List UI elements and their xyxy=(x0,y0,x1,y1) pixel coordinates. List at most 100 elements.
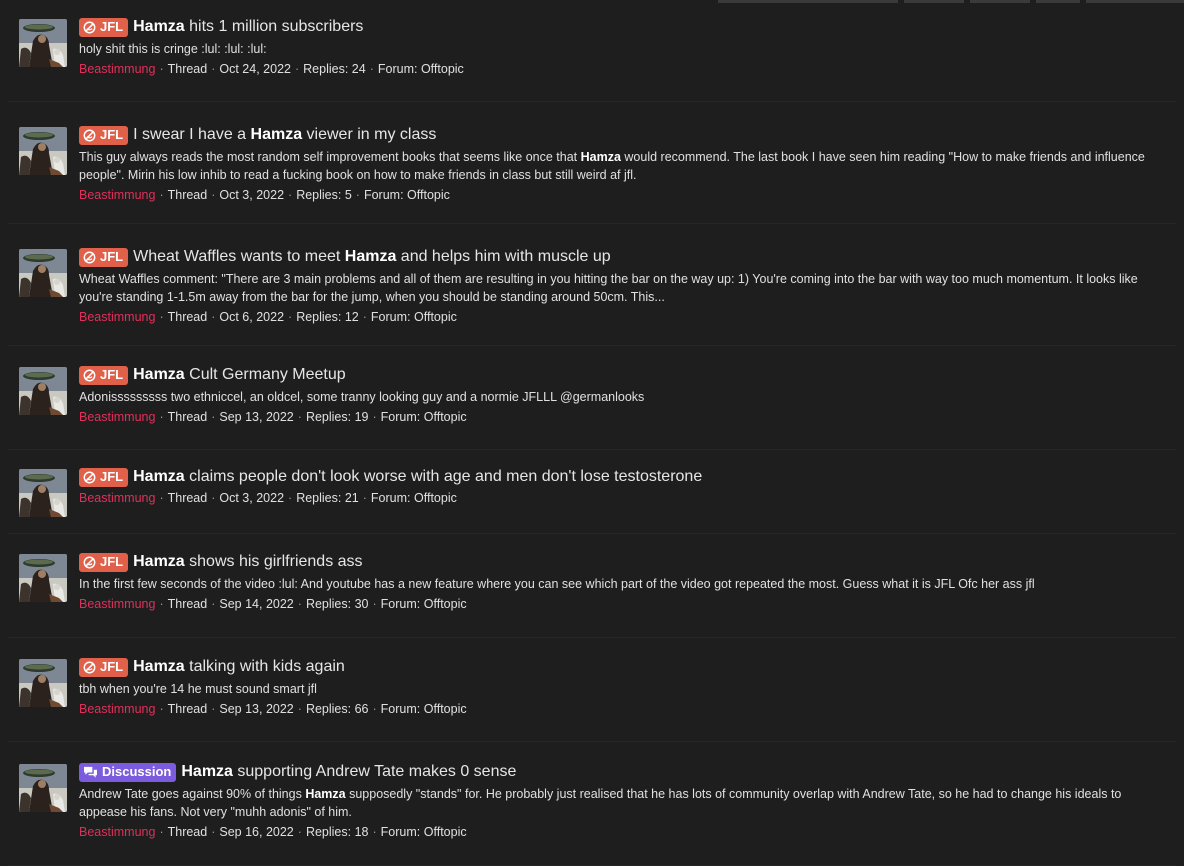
search-result-row: JFL Wheat Waffles wants to meet Hamza and… xyxy=(8,224,1176,346)
result-title-link[interactable]: JFL I swear I have a Hamza viewer in my c… xyxy=(79,125,1168,145)
forum-link[interactable]: Offtopic xyxy=(407,188,450,202)
username-link[interactable]: Beastimmung xyxy=(79,702,155,716)
snippet-highlight: Hamza xyxy=(305,787,346,801)
result-snippet: Adonisssssssss two ethniccel, an oldcel,… xyxy=(79,388,1168,406)
meta-separator: · xyxy=(297,702,302,716)
result-title-link[interactable]: JFL Hamza claims people don't look worse … xyxy=(79,467,1168,487)
post-date[interactable]: Oct 6, 2022 xyxy=(219,310,284,324)
replies-count: 66 xyxy=(354,702,369,716)
prefix-text: JFL xyxy=(100,249,124,264)
meta-separator: · xyxy=(211,410,216,424)
title-highlight-bold: Hamza xyxy=(133,658,185,675)
post-date[interactable]: Oct 24, 2022 xyxy=(219,62,291,76)
avatar[interactable] xyxy=(19,367,67,415)
result-meta: Beastimmung · Thread · Sep 16, 2022 · Replies:… xyxy=(79,823,1168,841)
avatar[interactable] xyxy=(19,659,67,707)
avatar[interactable] xyxy=(19,127,67,175)
prefix-label-jfl[interactable]: JFL xyxy=(79,125,129,145)
result-snippet: In the first few seconds of the video :l… xyxy=(79,575,1168,593)
meta-separator: · xyxy=(159,188,164,202)
title-highlight: Hamza xyxy=(133,553,185,570)
replies-count: 5 xyxy=(344,188,352,202)
title-post: shows his girlfriends ass xyxy=(184,553,363,570)
result-meta: Beastimmung · Thread · Oct 24, 2022 · Replies:… xyxy=(79,60,1168,78)
forum-link[interactable]: Offtopic xyxy=(414,491,457,505)
title-post: and helps him with muscle up xyxy=(396,248,611,265)
no-laugh-icon xyxy=(83,251,96,264)
title-post: supporting Andrew Tate makes 0 sense xyxy=(232,763,517,780)
post-date[interactable]: Sep 13, 2022 xyxy=(219,410,293,424)
forum-link[interactable]: Offtopic xyxy=(424,702,467,716)
avatar[interactable] xyxy=(19,469,67,517)
username-link[interactable]: Beastimmung xyxy=(79,410,155,424)
prefix-text: JFL xyxy=(100,659,124,674)
prefix-label-jfl[interactable]: JFL xyxy=(79,17,129,37)
title-text: Wheat Waffles wants to meet Hamza and he… xyxy=(133,247,611,267)
prefix-text: JFL xyxy=(100,554,124,569)
result-title-link[interactable]: JFL Hamza shows his girlfriends ass xyxy=(79,552,1168,572)
meta-separator: · xyxy=(297,597,302,611)
title-highlight: Hamza xyxy=(133,18,185,35)
snippet-text: Adonisssssssss two ethniccel, an oldcel,… xyxy=(79,390,645,404)
prefix-text: JFL xyxy=(100,127,124,142)
result-title-link[interactable]: Discussion Hamza supporting Andrew Tate m… xyxy=(79,762,1168,782)
prefix-label-jfl[interactable]: JFL xyxy=(79,365,129,385)
avatar[interactable] xyxy=(19,764,67,812)
title-highlight: Hamza xyxy=(181,763,233,780)
meta-separator: · xyxy=(211,597,216,611)
avatar[interactable] xyxy=(19,19,67,67)
replies-label: Replies: xyxy=(296,188,342,202)
prefix-label-discussion[interactable]: Discussion xyxy=(79,762,177,782)
username-link[interactable]: Beastimmung xyxy=(79,310,155,324)
result-title-link[interactable]: JFL Wheat Waffles wants to meet Hamza and… xyxy=(79,247,1168,267)
forum-link[interactable]: Offtopic xyxy=(424,597,467,611)
result-title-link[interactable]: JFL Hamza hits 1 million subscribers xyxy=(79,17,1168,37)
search-result-row: JFL Hamza Cult Germany Meetup Adonisssssss… xyxy=(8,346,1176,450)
replies-count: 12 xyxy=(344,310,359,324)
result-meta: Beastimmung · Thread · Oct 3, 2022 · Replies: … xyxy=(79,489,1168,507)
meta-separator: · xyxy=(159,597,164,611)
post-date[interactable]: Oct 3, 2022 xyxy=(219,491,284,505)
post-date[interactable]: Sep 14, 2022 xyxy=(219,597,293,611)
prefix-label-jfl[interactable]: JFL xyxy=(79,552,129,572)
replies-count: 30 xyxy=(354,597,369,611)
username-link[interactable]: Beastimmung xyxy=(79,825,155,839)
username-link[interactable]: Beastimmung xyxy=(79,62,155,76)
result-title-link[interactable]: JFL Hamza Cult Germany Meetup xyxy=(79,365,1168,385)
post-date[interactable]: Sep 13, 2022 xyxy=(219,702,293,716)
prefix-text: JFL xyxy=(100,469,124,484)
chat-bubbles-icon xyxy=(83,766,98,779)
prefix-text: JFL xyxy=(100,367,124,382)
forum-link[interactable]: Offtopic xyxy=(424,825,467,839)
meta-separator: · xyxy=(355,188,360,202)
post-date[interactable]: Sep 16, 2022 xyxy=(219,825,293,839)
title-post: claims people don't look worse with age … xyxy=(184,468,703,485)
meta-separator: · xyxy=(372,702,377,716)
title-text: I swear I have a Hamza viewer in my clas… xyxy=(133,125,436,145)
result-title-link[interactable]: JFL Hamza talking with kids again xyxy=(79,657,1168,677)
content-type: Thread xyxy=(167,410,208,424)
prefix-label-jfl[interactable]: JFL xyxy=(79,657,129,677)
result-meta: Beastimmung · Thread · Oct 6, 2022 · Replies: … xyxy=(79,308,1168,326)
prefix-label-jfl[interactable]: JFL xyxy=(79,467,129,487)
search-result-row: Discussion Hamza supporting Andrew Tate m… xyxy=(8,742,1176,866)
avatar[interactable] xyxy=(19,249,67,297)
username-link[interactable]: Beastimmung xyxy=(79,188,155,202)
avatar[interactable] xyxy=(19,554,67,602)
title-post: viewer in my class xyxy=(302,126,437,143)
result-snippet: Wheat Waffles comment: "There are 3 main… xyxy=(79,270,1168,306)
meta-separator: · xyxy=(372,597,377,611)
forum-link[interactable]: Offtopic xyxy=(421,62,464,76)
forum-label: Forum: xyxy=(380,410,421,424)
result-content: JFL Hamza talking with kids again tbh when… xyxy=(79,657,1168,718)
username-link[interactable]: Beastimmung xyxy=(79,491,155,505)
snippet-highlight: Hamza xyxy=(580,150,621,164)
replies-label: Replies: xyxy=(305,410,352,424)
username-link[interactable]: Beastimmung xyxy=(79,597,155,611)
forum-label: Forum: xyxy=(380,702,421,716)
title-text: Hamza supporting Andrew Tate makes 0 sen… xyxy=(181,762,516,782)
prefix-label-jfl[interactable]: JFL xyxy=(79,247,129,267)
forum-link[interactable]: Offtopic xyxy=(414,310,457,324)
forum-link[interactable]: Offtopic xyxy=(424,410,467,424)
post-date[interactable]: Oct 3, 2022 xyxy=(219,188,284,202)
